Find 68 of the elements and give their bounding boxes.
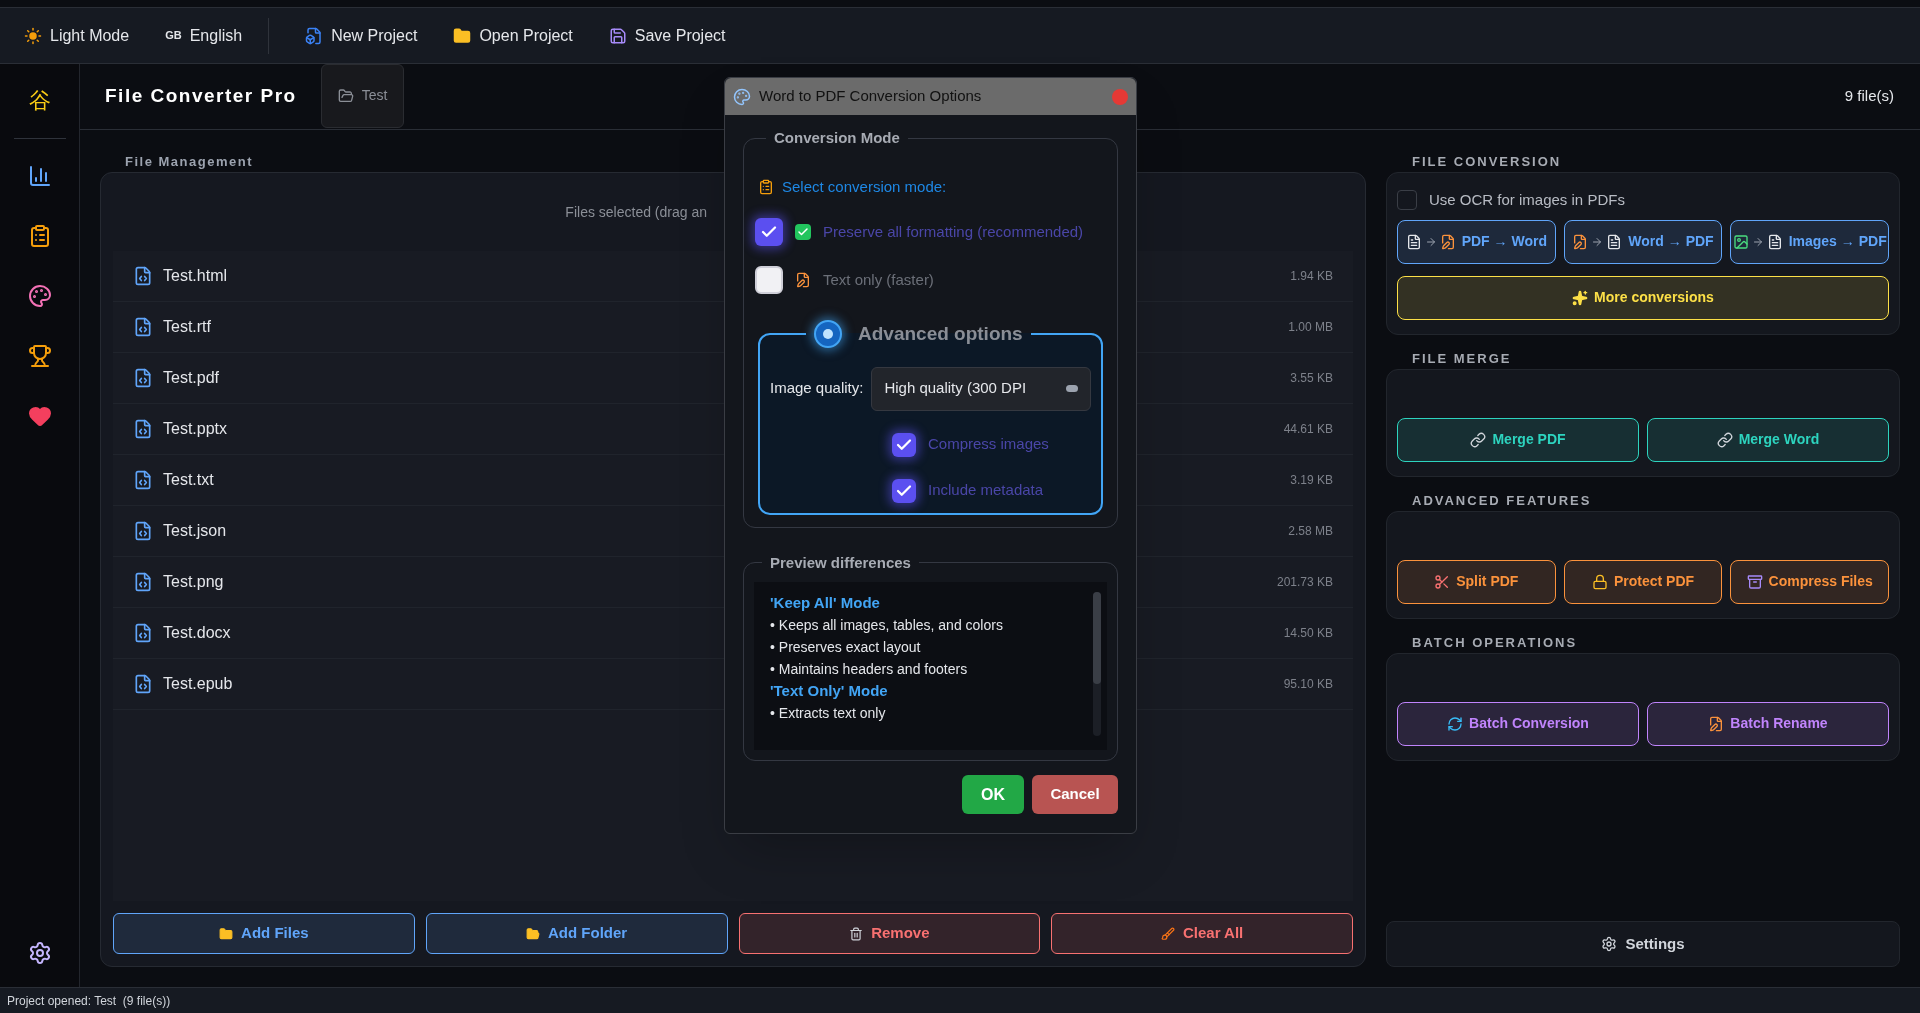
logo-glyph: 谷: [28, 90, 51, 112]
preview-line: • Keeps all images, tables, and colors: [770, 616, 1004, 635]
file-name: Test.rtf: [163, 317, 211, 337]
file-name: Test.epub: [163, 674, 233, 694]
drop-hint: Files selected (drag an: [565, 202, 707, 222]
file-name: Test.html: [163, 266, 227, 286]
section-title: FILE CONVERSION: [1412, 153, 1563, 170]
file-size: 44.61 KB: [1283, 421, 1333, 438]
toolbar-button[interactable]: Save Project: [608, 23, 726, 48]
file-size: 3.55 KB: [1290, 370, 1333, 387]
action-button[interactable]: PDF → Word: [1397, 219, 1556, 264]
action-button[interactable]: Compress Files: [1730, 559, 1889, 604]
file-name: Test.pptx: [163, 419, 228, 439]
preview-line: • Extracts text only: [770, 704, 887, 723]
file-size: 2.58 MB: [1288, 523, 1333, 540]
checkbox-label: Use OCR for images in PDFs: [1429, 190, 1625, 210]
app-title: File Converter Pro: [105, 84, 297, 109]
action-button[interactable]: Merge Word: [1647, 417, 1889, 462]
preview-line: • Maintains headers and footers: [770, 660, 969, 679]
section-title: Advanced options: [858, 322, 1023, 346]
toolbar-button[interactable]: Light Mode: [24, 23, 130, 48]
action-button[interactable]: Images → PDF: [1730, 219, 1889, 264]
file-size: 3.19 KB: [1290, 472, 1333, 489]
action-button[interactable]: Clear All: [1051, 913, 1353, 954]
section-title: ADVANCED FEATURES: [1412, 491, 1593, 509]
action-button[interactable]: Batch Rename: [1647, 701, 1889, 746]
option-label: Text only (faster): [823, 269, 934, 290]
section-title: BATCH OPERATIONS: [1412, 633, 1579, 651]
action-button[interactable]: Add Folder: [425, 913, 728, 954]
mode-heading: 'Keep All' Mode: [770, 593, 881, 613]
action-button[interactable]: More conversions: [1397, 275, 1889, 320]
field-label: Image quality:: [770, 378, 864, 399]
file-size: 201.73 KB: [1276, 574, 1333, 591]
action-button[interactable]: Remove: [738, 913, 1041, 954]
mode-heading: 'Text Only' Mode: [770, 681, 889, 701]
action-button[interactable]: Batch Conversion: [1397, 701, 1639, 746]
file-size: 1.00 MB: [1288, 319, 1333, 336]
file-size: 14.50 KB: [1283, 625, 1333, 642]
action-button[interactable]: Merge PDF: [1397, 417, 1639, 462]
option-label: Include metadata: [928, 480, 1044, 501]
option-label: Preserve all formatting (recommended): [823, 221, 1084, 242]
settings-button[interactable]: Settings: [1386, 921, 1900, 967]
file-name: Test.json: [163, 521, 227, 541]
file-count: 9 file(s): [1844, 86, 1894, 107]
status-bar: Project opened: Test (9 file(s)): [0, 987, 1920, 1013]
section-title: FILE MERGE: [1412, 349, 1513, 367]
project-tab[interactable]: Test: [320, 63, 405, 128]
file-size: 1.94 KB: [1290, 268, 1333, 285]
toolbar-button[interactable]: GB English: [165, 23, 243, 48]
file-size: 95.10 KB: [1283, 676, 1333, 693]
action-button[interactable]: Add Files: [113, 913, 415, 954]
preview-line: • Preserves exact layout: [770, 638, 922, 657]
option-label: Compress images: [928, 434, 1049, 455]
file-name: Test.txt: [163, 470, 214, 490]
action-button[interactable]: Protect PDF: [1563, 559, 1723, 604]
quality-dropdown[interactable]: High quality (300 DPI: [871, 366, 1091, 411]
prompt-text: Select conversion mode:: [782, 176, 947, 197]
action-button[interactable]: Split PDF: [1397, 559, 1556, 604]
dialog-title: Word to PDF Conversion Options: [759, 86, 983, 107]
file-name: Test.pdf: [163, 368, 220, 388]
file-name: Test.png: [163, 572, 224, 592]
action-button[interactable]: Word → PDF: [1563, 219, 1723, 264]
toolbar-button[interactable]: New Project: [305, 23, 418, 48]
file-name: Test.docx: [163, 623, 231, 643]
cancel-button[interactable]: Cancel: [1032, 775, 1118, 814]
section-title: File Management: [125, 153, 254, 170]
section-title: Conversion Mode: [773, 128, 901, 148]
toolbar-button[interactable]: Open Project: [453, 23, 573, 48]
